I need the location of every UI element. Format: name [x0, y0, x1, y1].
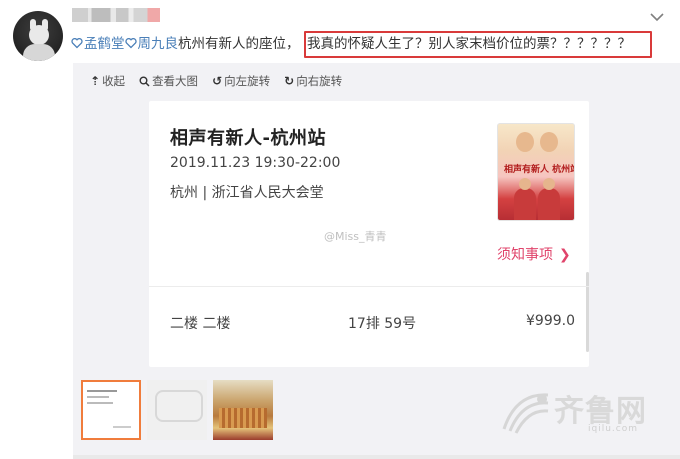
ticket-venue: 杭州 | 浙江省人民大会堂 [170, 185, 324, 201]
mention-link[interactable]: 孟鹤堂 [71, 36, 125, 52]
search-icon [139, 76, 150, 87]
seat-number: 17排 59号 [348, 316, 417, 332]
ticket-datetime: 2019.11.23 19:30-22:00 [170, 155, 341, 171]
thumbnail-seatmap[interactable] [147, 380, 207, 440]
thumb-line [113, 426, 131, 428]
weibo-heart-icon [71, 38, 83, 49]
poster-performer [516, 132, 534, 152]
thumbnail-strip [81, 380, 273, 440]
username-blurred[interactable] [72, 8, 160, 22]
thumb-line [87, 402, 113, 404]
collapse-button[interactable]: ⇡ 收起 [90, 72, 125, 90]
ticket-divider [149, 286, 589, 287]
rotate-right-button[interactable]: ↻ 向右旋转 [284, 72, 342, 90]
poster-performer [540, 132, 558, 152]
weibo-heart-icon [124, 38, 137, 49]
event-poster: 相声有新人 杭州站 [497, 123, 575, 221]
avatar-face [29, 25, 49, 45]
rotate-left-icon: ↺ [212, 74, 223, 88]
ticket-scrollbar[interactable] [586, 272, 589, 352]
thumb-line [87, 396, 109, 398]
seat-floor: 二楼 二楼 [170, 316, 231, 332]
rotate-right-icon: ↻ [284, 74, 295, 88]
poster-title: 相声有新人 杭州站 [504, 165, 575, 175]
thumb-line [87, 390, 117, 392]
post-body-text: 杭州有新人的座位， [178, 36, 300, 52]
panel-bottom-edge [73, 455, 680, 459]
chevron-down-icon[interactable] [650, 12, 664, 22]
thumb-shape [155, 390, 203, 422]
site-logo-url: iqilu.com [588, 424, 639, 434]
thumbnail-theater[interactable] [213, 380, 273, 440]
avatar-body [23, 44, 55, 61]
avatar[interactable] [13, 11, 63, 61]
poster-performer [538, 178, 560, 220]
weibo-watermark: @Miss_青青 [324, 230, 387, 243]
ticket-price: ¥999.0 [526, 313, 575, 329]
thumb-stage [219, 408, 267, 428]
chevron-right-icon: ❯ [559, 247, 571, 263]
arrow-up-icon: ⇡ [90, 74, 101, 88]
rotate-left-button[interactable]: ↺ 向左旋转 [212, 72, 270, 90]
thumbnail-ticket[interactable] [81, 380, 141, 440]
notice-link[interactable]: 须知事项 ❯ [497, 244, 571, 264]
ticket-title: 相声有新人-杭州站 [170, 128, 326, 149]
media-toolbar: ⇡ 收起 查看大图 ↺ 向左旋转 ↻ 向右旋转 [90, 72, 342, 90]
poster-performer [514, 178, 536, 220]
view-large-button[interactable]: 查看大图 [139, 72, 198, 90]
annotation-highlight-box [304, 31, 652, 58]
mention-link[interactable]: 周九良 [124, 36, 178, 52]
